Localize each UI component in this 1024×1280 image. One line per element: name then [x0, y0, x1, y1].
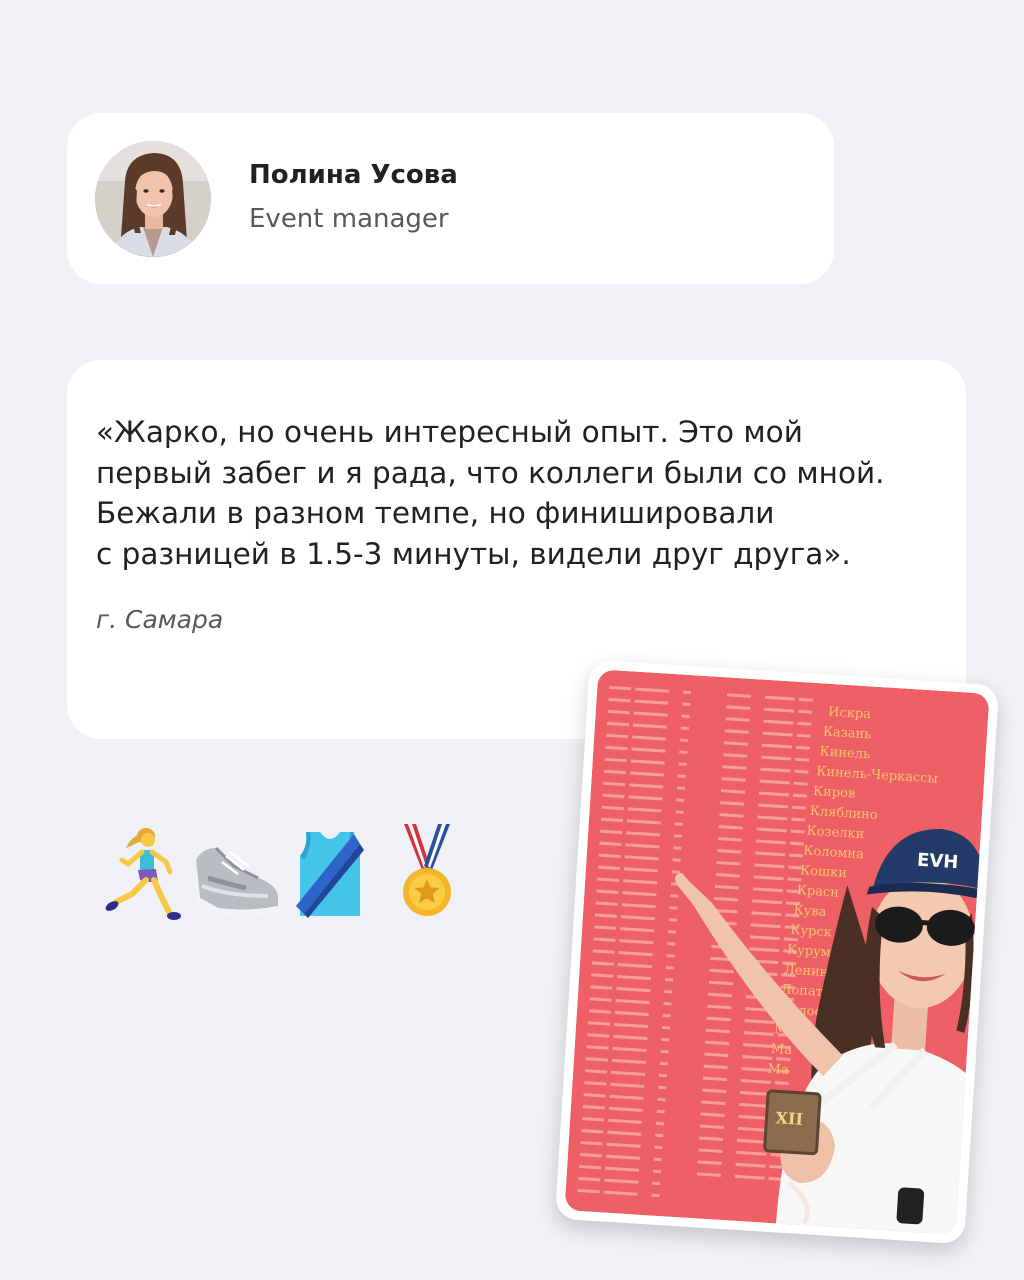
woman-running-icon — [96, 822, 186, 922]
avatar-photo — [95, 141, 211, 257]
quote-line: «Жарко, но очень интересный опыт. Это мо… — [96, 415, 803, 449]
wall-city: Искра — [828, 705, 872, 723]
author-card: Полина Усова Event manager — [67, 113, 834, 284]
wall-city: Красн — [796, 883, 839, 901]
quote-line: Бежали в разном темпе, но финишировали — [96, 496, 775, 530]
quote-line: первый забег и я рада, что коллеги были … — [96, 455, 885, 490]
wall-city: Киров — [813, 784, 856, 802]
author-avatar — [95, 141, 211, 257]
wall-city: Курум — [787, 943, 832, 961]
wall-city: Ма — [767, 1062, 789, 1078]
medal-icon — [394, 822, 460, 922]
wall-city: Кинель — [819, 744, 870, 762]
event-photo: Искра Казань Кинель Кинель-Черкассы Киро… — [554, 659, 1000, 1245]
author-name: Полина Усова — [249, 160, 458, 190]
wall-city: Курск — [790, 923, 832, 941]
medal-plate-text: XII — [775, 1108, 804, 1129]
wall-city: Кува — [793, 903, 827, 920]
author-role: Event manager — [249, 204, 449, 234]
photo-scene: Искра Казань Кинель Кинель-Черкассы Киро… — [564, 669, 990, 1235]
cap-logo: EVH — [916, 850, 959, 874]
quote-line: с разницей в 1.5-3 минуты, видели друг д… — [96, 536, 851, 571]
wall-city: Казань — [822, 724, 871, 742]
wall-city: Ма — [770, 1042, 792, 1058]
running-shirt-icon — [290, 822, 370, 922]
wall-city: Кошки — [800, 863, 848, 881]
quote-text: «Жарко, но очень интересный опыт. Это мо… — [96, 412, 936, 574]
sneaker-icon — [188, 822, 284, 922]
quote-city: г. Самара — [96, 605, 224, 634]
